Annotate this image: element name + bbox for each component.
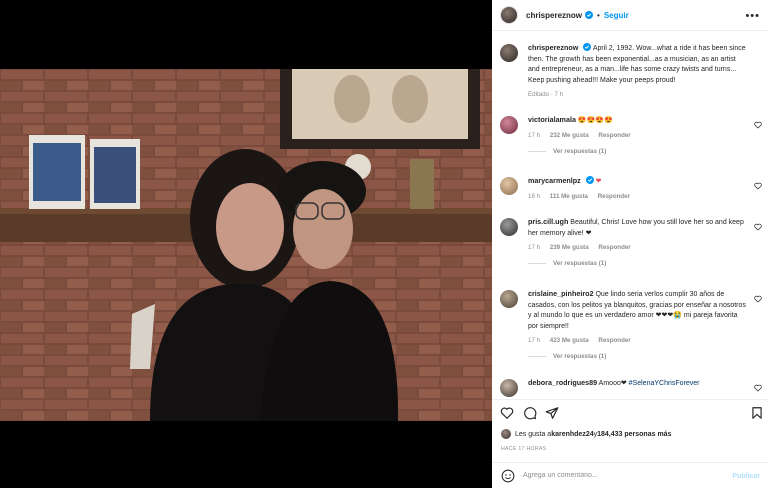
likes-count[interactable]: 184,433 personas más bbox=[597, 431, 671, 438]
comment-text: ❤ bbox=[595, 178, 602, 185]
comment-avatar[interactable] bbox=[500, 177, 518, 195]
comment-username[interactable]: victorialamala bbox=[528, 115, 576, 124]
view-replies-label[interactable]: Ver respuestas (1) bbox=[553, 148, 606, 155]
reply-button[interactable]: Responder bbox=[598, 337, 630, 344]
comment-input[interactable] bbox=[523, 472, 713, 479]
reply-button[interactable]: Responder bbox=[598, 244, 630, 251]
caption-meta: Editado · 7 h bbox=[528, 91, 564, 98]
view-replies-label[interactable]: Ver respuestas (1) bbox=[553, 260, 606, 267]
comment-body: debora_rodrigues89 Amooo❤ #SelenaYChrisF… bbox=[528, 378, 764, 390]
view-replies-label[interactable]: Ver respuestas (1) bbox=[553, 353, 606, 360]
comment-time: 17 h bbox=[528, 337, 541, 344]
comment-text: 😍😍😍😍 bbox=[577, 117, 613, 124]
comment-body: marycarmenlpz ❤ bbox=[528, 176, 764, 188]
comment-text: Amooo❤ bbox=[598, 380, 627, 387]
comment-body: victorialamala 😍😍😍😍 bbox=[528, 115, 764, 127]
view-replies-button[interactable]: Ver respuestas (1) bbox=[528, 353, 764, 360]
comment-item: crislaine_pinheiro2 Que lindo seria verl… bbox=[500, 289, 764, 360]
post-photo-image bbox=[0, 69, 492, 421]
like-icon[interactable] bbox=[500, 406, 514, 420]
like-comment-icon[interactable] bbox=[754, 295, 762, 303]
comment-avatar[interactable] bbox=[500, 218, 518, 236]
reply-button[interactable]: Responder bbox=[598, 193, 630, 200]
replies-line bbox=[528, 150, 546, 152]
comment-meta: 17 h 239 Me gusta Responder bbox=[528, 244, 764, 251]
like-comment-icon[interactable] bbox=[754, 121, 762, 129]
like-comment-icon[interactable] bbox=[754, 384, 762, 392]
comment-item: victorialamala 😍😍😍😍 17 h 232 Me gusta Re… bbox=[500, 115, 764, 155]
caption-avatar[interactable] bbox=[500, 44, 518, 62]
comment-item: marycarmenlpz ❤ 16 h 111 Me gusta Respon… bbox=[500, 176, 764, 200]
comment-meta: 17 h 423 Me gusta Responder bbox=[528, 337, 764, 344]
replies-line bbox=[528, 263, 546, 264]
comment-time: 17 h bbox=[528, 244, 541, 251]
caption-username[interactable]: chrispereznow bbox=[528, 43, 578, 52]
photo-pane bbox=[0, 0, 492, 488]
comment-body: pris.cill.ugh Beautiful, Chris! Love how… bbox=[528, 217, 764, 239]
likes-summary[interactable]: Les gusta a karenhdez24 y 184,433 person… bbox=[501, 429, 671, 439]
emoji-icon[interactable] bbox=[501, 469, 515, 483]
save-icon[interactable] bbox=[750, 406, 764, 420]
caption-body: chrispereznow April 2, 1992. Wow...what … bbox=[528, 43, 764, 86]
reply-button[interactable]: Responder bbox=[598, 132, 630, 139]
comment-username[interactable]: debora_rodrigues89 bbox=[528, 378, 597, 387]
separator-dot: • bbox=[597, 10, 600, 20]
post-side-panel: chrispereznow • Seguir ••• chrispereznow… bbox=[492, 0, 768, 488]
author-username[interactable]: chrispereznow bbox=[526, 11, 582, 20]
comment-username[interactable]: crislaine_pinheiro2 bbox=[528, 289, 594, 298]
comment-username[interactable]: pris.cill.ugh bbox=[528, 217, 568, 226]
likes-user[interactable]: karenhdez24 bbox=[551, 431, 593, 438]
comment-item: debora_rodrigues89 Amooo❤ #SelenaYChrisF… bbox=[500, 378, 764, 397]
author-avatar[interactable] bbox=[500, 6, 518, 24]
comment-composer: Publicar bbox=[492, 462, 768, 488]
publish-button[interactable]: Publicar bbox=[732, 473, 760, 480]
more-options-icon[interactable]: ••• bbox=[745, 10, 760, 22]
like-comment-icon[interactable] bbox=[754, 182, 762, 190]
comment-meta: 17 h 232 Me gusta Responder bbox=[528, 132, 764, 139]
verified-icon bbox=[585, 176, 594, 184]
comment-username[interactable]: marycarmenlpz bbox=[528, 176, 581, 185]
comment-avatar[interactable] bbox=[500, 379, 518, 397]
comment-likes[interactable]: 232 Me gusta bbox=[550, 132, 589, 139]
comment-avatar[interactable] bbox=[500, 116, 518, 134]
post-header: chrispereznow • Seguir ••• bbox=[492, 0, 768, 31]
caption: chrispereznow April 2, 1992. Wow...what … bbox=[500, 43, 764, 98]
comment-meta: 16 h 111 Me gusta Responder bbox=[528, 193, 764, 200]
comments-feed[interactable]: chrispereznow April 2, 1992. Wow...what … bbox=[492, 32, 768, 398]
comment-likes[interactable]: 111 Me gusta bbox=[550, 193, 588, 200]
hashtag-link[interactable]: #SelenaYChrisForever bbox=[629, 380, 700, 387]
share-icon[interactable] bbox=[545, 406, 559, 420]
comment-body: crislaine_pinheiro2 Que lindo seria verl… bbox=[528, 289, 764, 332]
comment-avatar[interactable] bbox=[500, 290, 518, 308]
liker-avatar bbox=[501, 429, 511, 439]
replies-line bbox=[528, 356, 546, 357]
view-replies-button[interactable]: Ver respuestas (1) bbox=[528, 260, 764, 267]
follow-button[interactable]: Seguir bbox=[604, 11, 629, 20]
comment-time: 17 h bbox=[528, 131, 541, 139]
view-replies-button[interactable]: Ver respuestas (1) bbox=[528, 148, 764, 155]
post-actions bbox=[492, 399, 768, 425]
like-comment-icon[interactable] bbox=[754, 223, 762, 231]
comment-likes[interactable]: 239 Me gusta bbox=[550, 244, 589, 251]
comment-icon[interactable] bbox=[523, 406, 537, 420]
post-timestamp: HACE 17 HORAS bbox=[501, 446, 547, 452]
comment-time: 16 h bbox=[528, 192, 541, 200]
verified-icon bbox=[585, 11, 594, 19]
verified-icon bbox=[583, 43, 592, 51]
comment-item: pris.cill.ugh Beautiful, Chris! Love how… bbox=[500, 217, 764, 267]
comment-likes[interactable]: 423 Me gusta bbox=[550, 337, 589, 344]
likes-prefix: Les gusta a bbox=[515, 430, 552, 438]
post-photo[interactable] bbox=[0, 69, 492, 421]
